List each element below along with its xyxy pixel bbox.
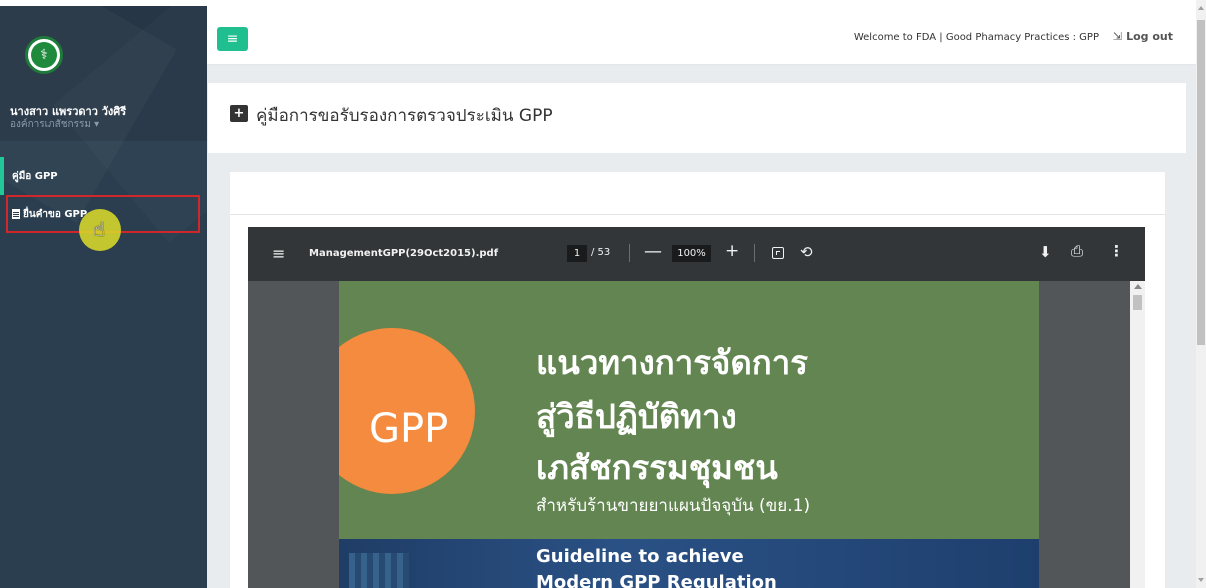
page-title-panel: + คู่มือการขอรับรองการตรวจประเมิน GPP [208, 83, 1186, 153]
sidebar: ⚕ นางสาว แพรวดาว วังศิรี องค์การเภสัชกรร… [0, 6, 207, 588]
logout-label: Log out [1126, 30, 1173, 43]
logout-link[interactable]: ⇲ Log out [1113, 30, 1173, 43]
fda-logo: ⚕ [25, 36, 63, 74]
file-icon [12, 209, 20, 219]
toolbar-divider [754, 244, 755, 262]
zoom-in-icon[interactable]: + [725, 241, 739, 261]
pdf-menu-icon[interactable]: ≡ [272, 244, 285, 263]
welcome-text: Welcome to FDA | Good Phamacy Practices … [853, 32, 1099, 43]
pdf-viewer[interactable]: ≡ ManagementGPP(29Oct2015).pdf 1 / 53 — … [248, 227, 1145, 588]
download-icon[interactable]: ⬇ [1039, 243, 1052, 261]
pdf-document-page: GPP แนวทางการจัดการ สู่วิธีปฏิบัติทาง เภ… [339, 281, 1039, 588]
fit-page-icon[interactable] [772, 247, 784, 259]
user-role-dropdown[interactable]: องค์การเภสัชกรรม ▾ [10, 117, 99, 132]
rotate-icon[interactable]: ⟲ [800, 243, 813, 261]
pdf-filename: ManagementGPP(29Oct2015).pdf [309, 248, 499, 259]
document-title-line: สู่วิธีปฏิบัติทาง [536, 397, 737, 436]
card-divider [230, 214, 1165, 215]
document-english-title: Modern GPP Regulation [536, 572, 777, 588]
scroll-down-arrow-icon[interactable] [1198, 578, 1204, 582]
pdf-page-input[interactable]: 1 [567, 245, 587, 262]
scrollbar-thumb[interactable] [1197, 20, 1205, 345]
scrollbar-thumb[interactable] [1133, 295, 1142, 310]
page-title: คู่มือการขอรับรองการตรวจประเมิน GPP [256, 106, 553, 126]
sidebar-item-label: ยื่นคำขอ GPP [23, 208, 88, 220]
app-window: ⚕ นางสาว แพรวดาว วังศิรี องค์การเภสัชกรร… [0, 0, 1206, 588]
sidebar-profile: ⚕ นางสาว แพรวดาว วังศิรี องค์การเภสัชกรร… [0, 6, 207, 141]
toolbar-divider [629, 244, 630, 262]
fda-logo-emblem: ⚕ [31, 42, 57, 68]
scroll-up-arrow-icon[interactable] [1134, 284, 1142, 289]
document-title-line: แนวทางการจัดการ [536, 343, 808, 382]
pdf-page-total: / 53 [591, 247, 611, 258]
page-scrollbar[interactable] [1196, 0, 1206, 588]
document-title-line: เภสัชกรรมชุมชน [536, 448, 778, 487]
print-icon[interactable]: ⎙ [1071, 242, 1083, 260]
more-options-icon[interactable]: ⋮ [1109, 242, 1124, 260]
menu-toggle-button[interactable]: ≡ [217, 27, 248, 51]
sidebar-item-gpp-manual[interactable]: คู่มือ GPP [0, 157, 207, 195]
plus-square-icon: + [230, 105, 248, 122]
top-header: ≡ Welcome to FDA | Good Phamacy Practice… [207, 6, 1196, 65]
gpp-badge-text: GPP [369, 406, 449, 452]
scroll-up-arrow-icon[interactable] [1198, 6, 1204, 10]
zoom-out-icon[interactable]: — [644, 241, 662, 262]
pdf-toolbar: ≡ ManagementGPP(29Oct2015).pdf 1 / 53 — … [248, 227, 1145, 281]
logout-icon: ⇲ [1112, 30, 1123, 43]
document-subtitle: สำหรับร้านขายยาแผนปัจจุบัน (ขย.1) [536, 496, 811, 516]
pdf-scrollbar[interactable] [1130, 281, 1145, 588]
pdf-zoom-input[interactable]: 100% [672, 245, 711, 262]
document-english-title: Guideline to achieve [536, 546, 744, 567]
sidebar-item-label: คู่มือ GPP [12, 170, 58, 182]
hand-cursor-icon: ☝ [93, 217, 106, 241]
